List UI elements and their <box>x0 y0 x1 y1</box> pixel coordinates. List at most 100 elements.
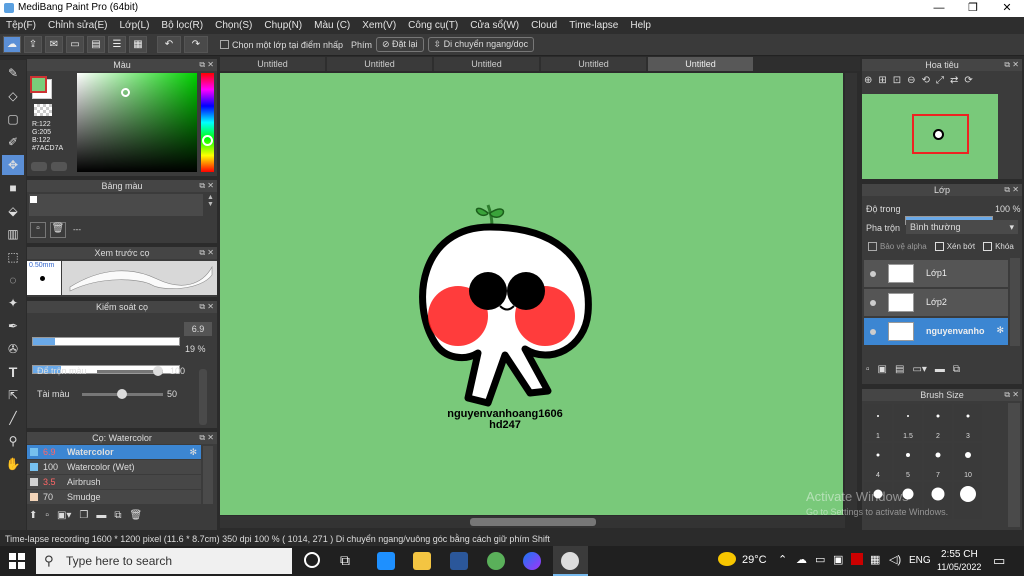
layer-item-selected[interactable]: nguyenvanho ✻ <box>864 318 1008 345</box>
hue-slider[interactable] <box>201 73 214 172</box>
word-icon[interactable] <box>450 552 468 570</box>
battery-icon[interactable]: ▭ <box>815 553 825 566</box>
clipping-checkbox[interactable] <box>934 242 944 251</box>
panel-close-icon[interactable]: ⧉ ✕ <box>199 432 214 444</box>
brush-item[interactable]: 6.9 Watercolor ✻ <box>27 445 201 459</box>
undo-icon[interactable]: ↶ <box>157 36 181 53</box>
brush-copy-icon[interactable]: ❐ <box>79 510 88 521</box>
layer-blend-select[interactable]: Bình thường ▾ <box>906 220 1018 234</box>
clock-date[interactable]: 11/05/2022 <box>937 562 981 572</box>
delete-palette-icon[interactable]: 🗑 <box>50 222 66 238</box>
layer-settings-icon[interactable]: ✻ <box>996 325 1004 336</box>
doc-icon[interactable]: ▤ <box>87 36 105 53</box>
menu-tools[interactable]: Công cụ(T) <box>402 17 464 34</box>
fill-rect-tool-icon[interactable]: ■ <box>2 178 24 198</box>
list-icon[interactable]: ☰ <box>108 36 126 53</box>
weather-temperature[interactable]: 29°C <box>742 554 767 566</box>
tab-untitled-1[interactable]: Untitled <box>220 57 325 71</box>
new-halftone-layer-icon[interactable]: ▣ <box>878 364 887 375</box>
tab-untitled-2[interactable]: Untitled <box>327 57 432 71</box>
operation-tool-icon[interactable]: ⇱ <box>2 385 24 405</box>
new-layer-icon[interactable]: ▫ <box>866 364 870 375</box>
cloud-icon[interactable]: ☁ <box>3 36 21 53</box>
horizontal-scrollbar-thumb[interactable] <box>470 518 596 526</box>
select-eraser-tool-icon[interactable]: ✇ <box>2 339 24 359</box>
zoom-fit-icon[interactable]: ⊞ <box>878 75 886 86</box>
duplicate-layer-icon[interactable]: ⧉ <box>953 364 960 375</box>
tab-untitled-4[interactable]: Untitled <box>541 57 646 71</box>
windows-start-icon[interactable] <box>9 553 25 569</box>
move-tool-icon[interactable]: ✥ <box>2 155 24 175</box>
layer-folder-icon[interactable]: ▬ <box>935 364 945 375</box>
layer-visibility-icon[interactable] <box>870 329 876 335</box>
pen-tool-icon[interactable]: ✐ <box>2 132 24 152</box>
eyedropper-tool-icon[interactable]: ⚲ <box>2 431 24 451</box>
fade-slider-handle[interactable] <box>117 389 127 399</box>
brush-size-cell[interactable]: 7 <box>924 443 952 480</box>
menu-timelapse[interactable]: Time-lapse <box>563 17 624 34</box>
panel-close-icon[interactable]: ⧉ ✕ <box>1004 184 1019 196</box>
rotate-reset-icon[interactable]: ⟳ <box>964 75 972 86</box>
layer-visibility-icon[interactable] <box>870 271 876 277</box>
panel-close-icon[interactable]: ⧉ ✕ <box>199 180 214 192</box>
weather-icon[interactable] <box>718 552 736 566</box>
magic-wand-tool-icon[interactable]: ✦ <box>2 293 24 313</box>
menu-view[interactable]: Xem(V) <box>356 17 402 34</box>
zoom-actual-icon[interactable]: ⊡ <box>893 75 901 86</box>
notifications-icon[interactable]: ▭ <box>993 553 1005 569</box>
select-pen-tool-icon[interactable]: ✒ <box>2 316 24 336</box>
minimize-button[interactable]: — <box>922 0 956 17</box>
brush-size-cell[interactable]: 1.5 <box>894 404 922 441</box>
select-rect-tool-icon[interactable]: ⬚ <box>2 247 24 267</box>
layer-item[interactable]: Lớp1 <box>864 260 1008 287</box>
share-icon[interactable]: ⇪ <box>24 36 42 53</box>
panel-close-icon[interactable]: ⧉ ✕ <box>199 247 214 259</box>
panel-close-icon[interactable]: ⧉ ✕ <box>199 59 214 71</box>
page-icon[interactable]: ▭ <box>66 36 84 53</box>
new-brush-icon[interactable]: ▫ <box>45 510 49 521</box>
layer-item[interactable]: Lớp2 <box>864 289 1008 316</box>
color-history-button[interactable] <box>51 162 67 171</box>
rectangle-tool-icon[interactable]: ▢ <box>2 109 24 129</box>
select-layer-checkbox[interactable] <box>220 40 229 49</box>
brush-list-scrollbar[interactable] <box>203 446 213 504</box>
brush-size-cell[interactable]: 10 <box>954 443 982 480</box>
screen-icon[interactable]: ▣ <box>833 553 843 566</box>
brush-control-scrollbar[interactable] <box>199 369 207 425</box>
brush-folder-icon[interactable]: ▬ <box>96 510 106 521</box>
messenger-icon[interactable] <box>523 552 541 570</box>
fit-window-icon[interactable]: ⤢ <box>936 75 944 86</box>
hue-slider-handle[interactable] <box>202 135 213 146</box>
reset-button[interactable]: ⊘ Đặt lại <box>375 37 424 52</box>
lasso-tool-icon[interactable]: ◌ <box>2 270 24 290</box>
zoom-out-icon[interactable]: ⊖ <box>907 75 915 86</box>
layer-visibility-icon[interactable] <box>870 300 876 306</box>
tab-untitled-5[interactable]: Untitled <box>648 57 753 71</box>
brush-size-cell[interactable] <box>954 482 982 519</box>
add-layer-menu-icon[interactable]: ▭▾ <box>912 364 926 375</box>
divide-tool-icon[interactable]: ╱ <box>2 408 24 428</box>
brush-menu-icon[interactable]: ▣▾ <box>57 510 71 521</box>
network-icon[interactable]: ▦ <box>870 553 880 566</box>
brush-size-scrollbar[interactable] <box>1008 403 1020 527</box>
sandbox-app-icon[interactable] <box>487 552 505 570</box>
color-mode-button[interactable] <box>31 162 47 171</box>
menu-help[interactable]: Help <box>624 17 657 34</box>
vietkey-icon[interactable] <box>851 553 863 565</box>
drawing-canvas[interactable]: nguyenvanhoang1606 hd247 <box>220 73 843 515</box>
eraser-tool-icon[interactable]: ◇ <box>2 86 24 106</box>
file-explorer-icon[interactable] <box>413 552 431 570</box>
redo-icon[interactable]: ↷ <box>184 36 208 53</box>
zoom-in-icon[interactable]: ⊕ <box>864 75 872 86</box>
menu-color[interactable]: Màu (C) <box>308 17 356 34</box>
brush-item[interactable]: 3.5 Airbrush <box>27 475 201 489</box>
foreground-color-swatch[interactable] <box>30 76 47 93</box>
brush-size-cell[interactable]: 5 <box>894 443 922 480</box>
menu-edit[interactable]: Chỉnh sửa(E) <box>42 17 114 34</box>
medibang-taskbar-icon[interactable] <box>561 552 579 570</box>
brush-size-cell[interactable]: 1 <box>864 404 892 441</box>
menu-select[interactable]: Chọn(S) <box>209 17 258 34</box>
brush-size-value[interactable]: 6.9 <box>184 322 212 336</box>
hand-tool-icon[interactable]: ✋ <box>2 454 24 474</box>
gradient-tool-icon[interactable]: ▥ <box>2 224 24 244</box>
